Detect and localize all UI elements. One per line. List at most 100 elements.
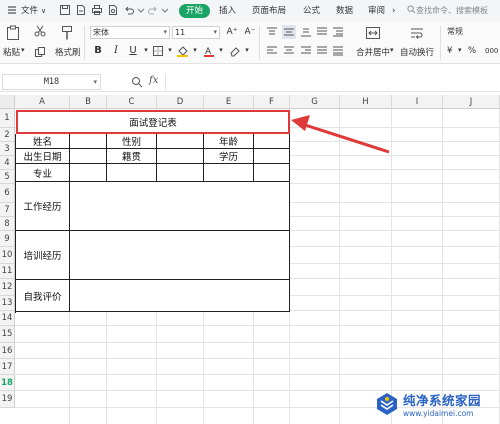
column-header-b[interactable]: B: [70, 95, 107, 109]
self-eval-label-cell[interactable]: 自我评价: [16, 280, 70, 312]
eraser-dropdown-icon[interactable]: ▾: [241, 44, 253, 57]
name-value-cell[interactable]: [70, 134, 107, 149]
merge-dropdown-icon[interactable]: ▾: [390, 46, 394, 54]
align-right-icon[interactable]: [300, 46, 312, 56]
column-header-d[interactable]: D: [157, 95, 204, 109]
tab-review[interactable]: 审阅: [368, 4, 385, 18]
column-header-a[interactable]: A: [15, 95, 70, 109]
name-label-cell[interactable]: 姓名: [16, 134, 70, 149]
align-left-icon[interactable]: [266, 46, 278, 56]
row-header-13[interactable]: 13: [0, 296, 15, 311]
currency-button[interactable]: ¥: [447, 46, 452, 56]
underline-button[interactable]: U: [127, 44, 139, 57]
redo-icon[interactable]: [147, 4, 159, 16]
more-tabs-icon[interactable]: ›: [392, 4, 395, 18]
birth-value-cell[interactable]: [70, 149, 107, 164]
birth-label-cell[interactable]: 出生日期: [16, 149, 70, 164]
major-value-cell[interactable]: [157, 164, 204, 182]
bold-button[interactable]: B: [92, 44, 104, 57]
font-name-select[interactable]: 宋体 ▾: [90, 26, 170, 39]
tab-insert[interactable]: 插入: [219, 4, 236, 18]
tab-start[interactable]: 开始: [179, 4, 210, 18]
tab-data[interactable]: 数据: [336, 4, 353, 18]
column-header-j[interactable]: J: [443, 95, 500, 109]
distribute-icon[interactable]: [332, 46, 344, 56]
thousands-button[interactable]: 000: [485, 47, 498, 55]
format-painter-icon[interactable]: [60, 25, 74, 41]
row-header-4[interactable]: 4: [0, 156, 15, 170]
row-header-2[interactable]: 2: [0, 128, 15, 142]
align-middle-icon[interactable]: [282, 25, 296, 39]
wrap-text-label[interactable]: 自动换行: [400, 46, 434, 58]
table-title-cell[interactable]: 面试登记表: [16, 110, 290, 134]
column-header-e[interactable]: E: [204, 95, 254, 109]
insert-function-button[interactable]: fx: [149, 75, 158, 86]
align-bottom-icon[interactable]: [300, 27, 312, 37]
number-format-select[interactable]: 常规: [445, 26, 500, 39]
print-preview-icon[interactable]: [107, 4, 119, 16]
percent-button[interactable]: %: [468, 46, 476, 56]
copy-icon[interactable]: [34, 46, 46, 58]
gender-value-cell[interactable]: [157, 134, 204, 149]
format-painter-label[interactable]: 格式刷: [55, 46, 81, 58]
row-header-16[interactable]: 16: [0, 343, 15, 359]
tab-page-layout[interactable]: 页面布局: [252, 4, 286, 18]
training-value-cell[interactable]: [70, 231, 290, 280]
paste-icon[interactable]: [6, 25, 20, 41]
major-value-cell[interactable]: [204, 164, 254, 182]
column-header-g[interactable]: G: [290, 95, 340, 109]
wrap-text-icon[interactable]: [409, 26, 425, 40]
row-header-7[interactable]: 7: [0, 203, 15, 217]
font-color-icon[interactable]: A: [203, 45, 215, 57]
print-icon[interactable]: [91, 4, 103, 16]
file-menu[interactable]: 文件: [21, 4, 38, 18]
zoom-icon[interactable]: [131, 76, 143, 88]
menu-icon[interactable]: [6, 4, 18, 16]
font-size-select[interactable]: 11 ▾: [172, 26, 220, 39]
self-eval-value-cell[interactable]: [70, 280, 290, 312]
undo-icon[interactable]: [123, 4, 135, 16]
shrink-font-button[interactable]: A⁻: [242, 26, 258, 39]
work-history-value-cell[interactable]: [70, 182, 290, 231]
work-history-label-cell[interactable]: 工作经历: [16, 182, 70, 231]
select-all-corner[interactable]: [0, 95, 15, 109]
file-dropdown-icon[interactable]: ∨: [41, 4, 46, 18]
align-center-icon[interactable]: [283, 46, 295, 56]
column-header-i[interactable]: I: [392, 95, 443, 109]
merge-center-icon[interactable]: [365, 26, 381, 40]
major-value-cell[interactable]: [107, 164, 157, 182]
row-header-15[interactable]: 15: [0, 326, 15, 343]
name-box[interactable]: M18 ▾: [2, 74, 101, 90]
formula-input[interactable]: [165, 74, 498, 90]
column-header-h[interactable]: H: [340, 95, 392, 109]
indent-icon[interactable]: [332, 27, 344, 37]
border-icon[interactable]: [152, 45, 164, 57]
redo-dropdown-icon[interactable]: [161, 4, 173, 16]
border-dropdown-icon[interactable]: ▾: [164, 44, 176, 57]
row-header-18[interactable]: 18: [0, 375, 15, 391]
major-value-cell[interactable]: [254, 164, 290, 182]
row-header-12[interactable]: 12: [0, 279, 15, 296]
training-label-cell[interactable]: 培训经历: [16, 231, 70, 280]
row-header-10[interactable]: 10: [0, 247, 15, 264]
row-header-14[interactable]: 14: [0, 311, 15, 326]
column-header-c[interactable]: C: [107, 95, 157, 109]
education-value-cell[interactable]: [254, 149, 290, 164]
row-header-5[interactable]: 5: [0, 170, 15, 184]
major-value-cell[interactable]: [70, 164, 107, 182]
fill-color-dropdown-icon[interactable]: ▾: [189, 44, 201, 57]
font-color-dropdown-icon[interactable]: ▾: [215, 44, 227, 57]
underline-dropdown-icon[interactable]: ▾: [140, 44, 152, 57]
row-header-9[interactable]: 9: [0, 231, 15, 247]
row-header-19[interactable]: 19: [0, 391, 15, 408]
origin-value-cell[interactable]: [157, 149, 204, 164]
orientation-icon[interactable]: [316, 27, 328, 37]
age-label-cell[interactable]: 年龄: [204, 134, 254, 149]
align-top-icon[interactable]: [266, 27, 278, 37]
row-header-3[interactable]: 3: [0, 142, 15, 156]
age-value-cell[interactable]: [254, 134, 290, 149]
cut-icon[interactable]: [34, 25, 46, 37]
save-icon[interactable]: [59, 4, 71, 16]
currency-dropdown-icon[interactable]: ▾: [458, 46, 462, 54]
row-header-6[interactable]: 6: [0, 184, 15, 203]
